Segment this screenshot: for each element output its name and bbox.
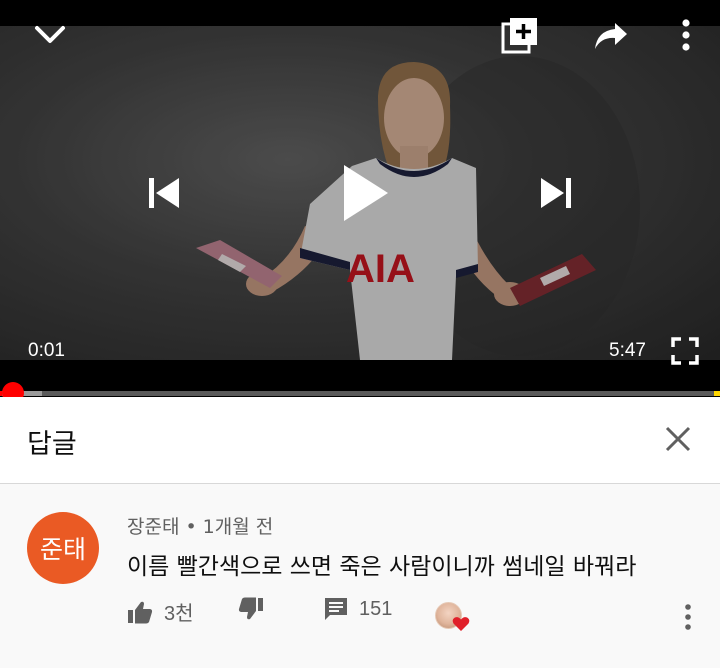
progress-scrubber-handle[interactable]: [2, 382, 24, 397]
more-options-button[interactable]: [674, 16, 698, 54]
player-controls-overlay: 0:01 5:47: [0, 0, 720, 397]
comment-thread-item: 준태 장준태 • 1개월 전 이름 빨간색으로 쓰면 죽은 사람이니까 썸네일 바꿔…: [0, 485, 720, 668]
close-replies-button[interactable]: [660, 421, 696, 457]
share-button[interactable]: [590, 18, 632, 54]
replies-panel-header: 답글: [0, 397, 720, 484]
fullscreen-button[interactable]: [668, 334, 702, 368]
comment-author[interactable]: 장준태: [127, 516, 179, 538]
reply-button[interactable]: 151: [324, 597, 392, 621]
avatar[interactable]: 준태: [27, 512, 99, 584]
current-time: 0:01: [28, 340, 65, 361]
reply-count: 151: [359, 597, 393, 620]
play-icon: [344, 165, 388, 221]
comment-more-options-button[interactable]: [676, 602, 700, 632]
skip-previous-icon: [149, 178, 179, 208]
chevron-down-icon: [35, 26, 65, 43]
minimize-player-button[interactable]: [30, 18, 70, 52]
comment-meta: 장준태 • 1개월 전: [127, 512, 273, 539]
dislike-button[interactable]: [238, 597, 264, 621]
thumb-down-icon: [238, 597, 263, 620]
progress-end-marker: [714, 391, 720, 396]
comment-actions: 3천 151: [0, 597, 720, 637]
fullscreen-icon: [671, 337, 699, 365]
next-video-button[interactable]: [534, 170, 580, 216]
meta-separator: •: [185, 516, 197, 538]
replies-title: 답글: [27, 429, 77, 460]
add-to-playlist-button[interactable]: [500, 14, 540, 56]
playlist-add-icon: [501, 18, 537, 54]
comment-icon: [325, 598, 347, 620]
like-count: 3천: [164, 603, 194, 625]
video-player[interactable]: AIA 0:01 5:47: [0, 0, 720, 397]
video-duration: 5:47: [609, 340, 646, 361]
share-icon: [595, 23, 627, 49]
app: AIA 0:01 5:47 답글 준태 장준태 • 1개월 전 이름 빨간색으로…: [0, 0, 720, 668]
more-vert-icon: [682, 19, 690, 51]
progress-bar[interactable]: [0, 391, 720, 396]
more-vert-icon: [685, 604, 691, 630]
skip-next-icon: [541, 178, 571, 208]
close-icon: [665, 426, 691, 452]
creator-heart-badge: [435, 602, 471, 634]
comment-text: 이름 빨간색으로 쓰면 죽은 사람이니까 썸네일 바꿔라: [127, 554, 637, 580]
play-button[interactable]: [334, 158, 396, 228]
heart-icon: [452, 617, 470, 631]
thumb-up-icon: [128, 601, 153, 623]
previous-video-button[interactable]: [140, 170, 186, 216]
comment-time: 1개월 전: [202, 516, 274, 538]
like-button[interactable]: 3천: [127, 597, 194, 626]
